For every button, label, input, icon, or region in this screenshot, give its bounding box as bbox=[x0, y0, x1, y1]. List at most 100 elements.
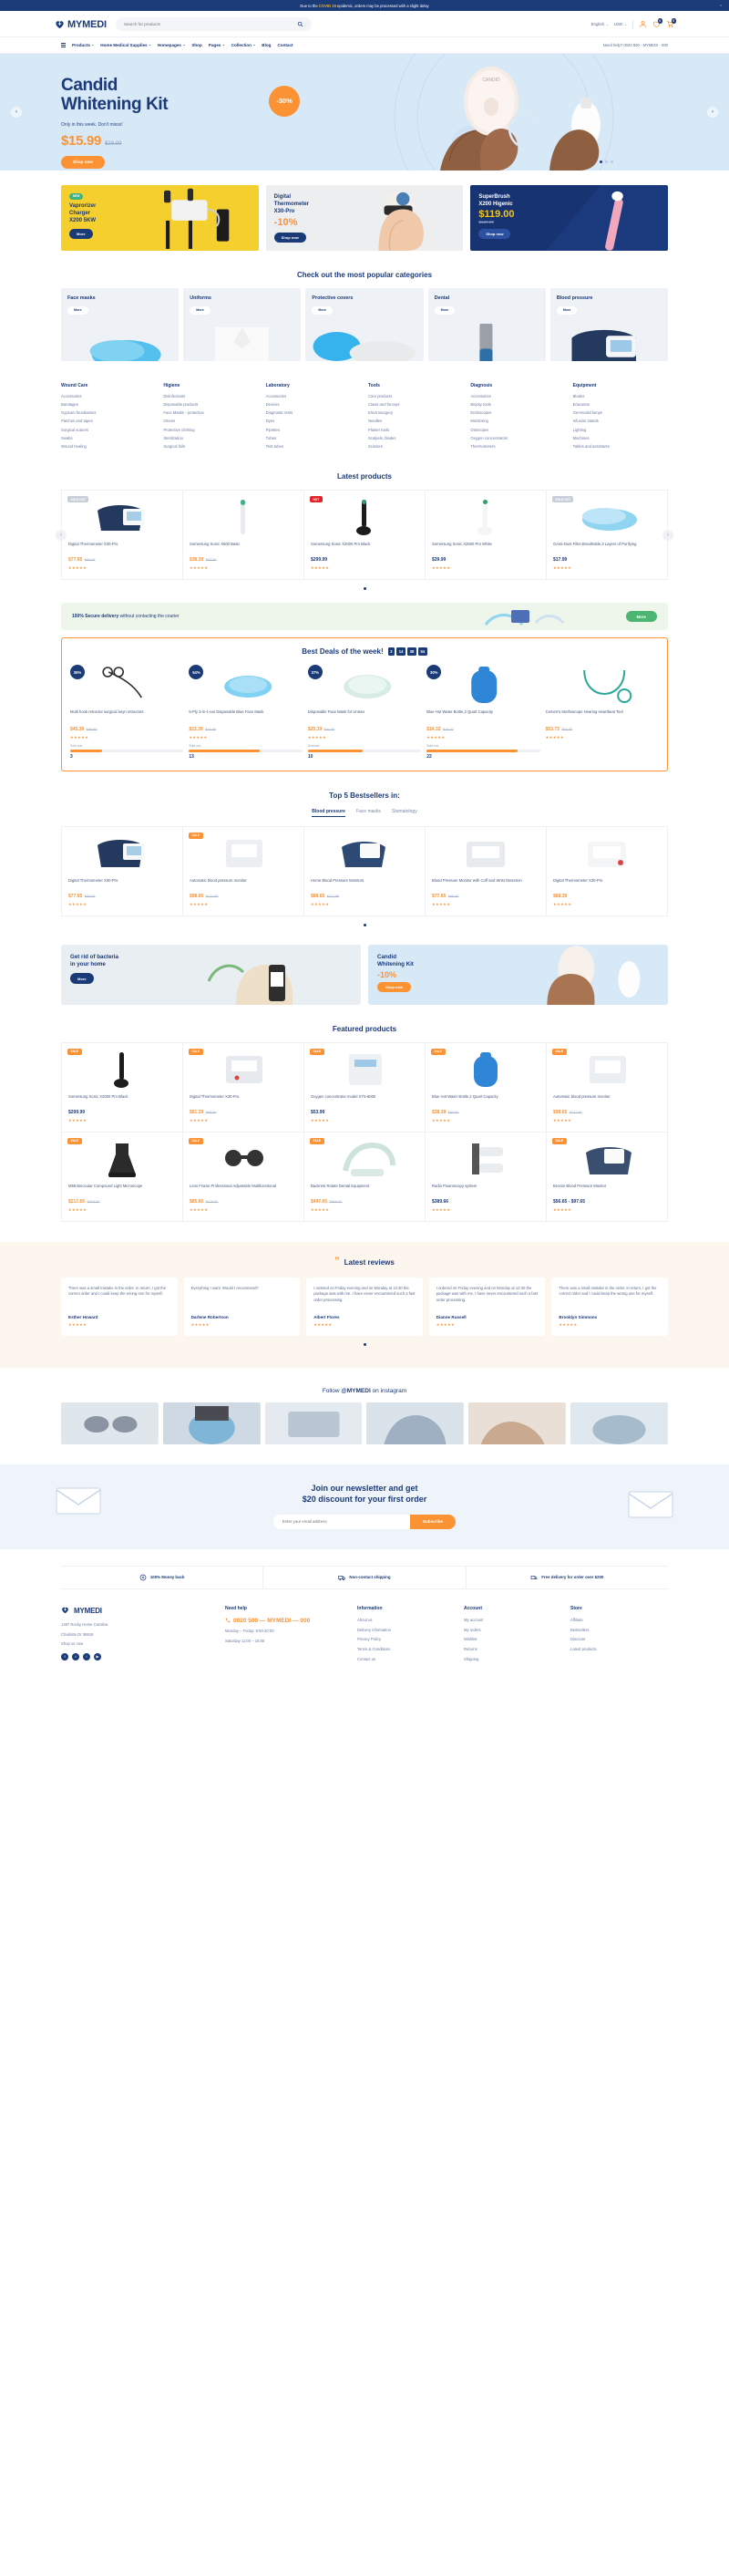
link[interactable]: Disposable products bbox=[163, 402, 258, 407]
promo-shop-now-button[interactable]: Shop now bbox=[478, 228, 511, 240]
link[interactable]: Scissors bbox=[368, 444, 463, 449]
product-card[interactable]: SALE Backrest Rotate Dental Equipment $4… bbox=[304, 1132, 426, 1222]
cart-icon[interactable]: 0 bbox=[666, 18, 676, 28]
footer-logo[interactable]: MYMEDI bbox=[61, 1606, 216, 1616]
carousel-dot-1[interactable] bbox=[363, 923, 366, 926]
product-card[interactable]: SOLD OUT GAnti-Dust Filter,Breathable,3 … bbox=[547, 491, 667, 579]
product-card[interactable]: HOT Somersung Sonic X2000 Pro Black $299… bbox=[304, 491, 426, 580]
instagram-photo[interactable] bbox=[366, 1402, 465, 1444]
link[interactable]: Surgical foils bbox=[163, 444, 258, 449]
product-card[interactable]: Somersung Sonic X500 Basic $38.39 $53.99… bbox=[183, 491, 304, 580]
promo-card-vaporizer[interactable]: NEW Vaprorizer Charger X200 5KW More bbox=[61, 184, 259, 251]
banner-candid[interactable]: Candid Whitening Kit -10% Shop now bbox=[368, 944, 668, 1005]
link[interactable]: Plaster tools bbox=[368, 428, 463, 432]
nav-item-homepages[interactable]: Homepages ⌄ bbox=[158, 43, 185, 47]
product-card[interactable]: SALE Automatic blood pressure monitor $9… bbox=[183, 826, 304, 916]
link[interactable]: Devices bbox=[266, 402, 361, 407]
category-card-uniforms[interactable]: Uniforms More bbox=[183, 287, 302, 361]
carousel-dot-1[interactable] bbox=[363, 1342, 366, 1346]
newsletter-email-input[interactable] bbox=[272, 1514, 410, 1529]
footer-link[interactable]: My orders bbox=[464, 1628, 561, 1633]
category-card-dental[interactable]: Dental More bbox=[427, 287, 546, 361]
link[interactable]: Sterilization bbox=[163, 436, 258, 440]
link[interactable]: Oxygen concentrators bbox=[470, 436, 565, 440]
latest-carousel-dots[interactable] bbox=[61, 587, 668, 591]
promo-shop-now-button[interactable]: Shop now bbox=[273, 233, 306, 243]
instagram-photo[interactable] bbox=[162, 1402, 261, 1444]
nav-item-blog[interactable]: Blog bbox=[262, 43, 271, 47]
link[interactable]: Protective clothing bbox=[163, 428, 258, 432]
link[interactable]: Disinfectants bbox=[163, 394, 258, 398]
product-card[interactable]: SALE Bronze Blood Pressure Monitor $56.6… bbox=[547, 1132, 668, 1222]
footer-link[interactable]: Latest products bbox=[570, 1647, 668, 1652]
carousel-dot-1[interactable] bbox=[363, 587, 366, 591]
product-card[interactable]: Radio Fluoroscopy system $389.66 ★★★★★ bbox=[426, 1132, 547, 1222]
strip-more-button[interactable]: More bbox=[625, 611, 657, 623]
deal-card[interactable]: 35% Multi hook retractor surgical laryn … bbox=[70, 665, 184, 760]
latest-next-button[interactable]: › bbox=[662, 529, 673, 541]
promo-card-thermometer[interactable]: Digital Thermometer X30-Pro -10% Shop no… bbox=[265, 184, 464, 251]
deal-card[interactable]: Cemen's Stethoscope Hearing Heartbeat To… bbox=[546, 665, 659, 760]
link[interactable]: Lighting bbox=[573, 428, 668, 432]
link[interactable]: Machines bbox=[573, 436, 668, 440]
product-card[interactable]: Digital Thermometer X30-Pro $68.39 ★★★★★ bbox=[547, 827, 667, 916]
link[interactable]: Accessories bbox=[266, 394, 361, 398]
footer-link[interactable]: Privacy Policy bbox=[357, 1637, 455, 1642]
link[interactable]: Pipettes bbox=[266, 428, 361, 432]
footer-link[interactable]: Shipping bbox=[464, 1657, 561, 1662]
link[interactable]: Tables and assistants bbox=[573, 444, 668, 449]
bestsellers-carousel-dots[interactable] bbox=[61, 923, 668, 926]
product-card[interactable]: SALE Oxygen concentrator model XY5-8000 … bbox=[304, 1042, 426, 1133]
product-card[interactable]: Somersung Sonic X2500 Pro White $39.99 ★… bbox=[426, 491, 547, 580]
footer-link[interactable]: Terms & Conditions bbox=[357, 1647, 455, 1652]
promo-card-superbrush[interactable]: SuperBrush X200 Higenic $119.00 $129.00 … bbox=[470, 184, 669, 251]
link[interactable]: Tubes bbox=[266, 436, 361, 440]
category-more-button[interactable]: More bbox=[312, 305, 333, 315]
link[interactable]: Thermometers bbox=[470, 444, 565, 449]
product-card[interactable]: SALE Digital Thermometer X30-Pro $61.39 $… bbox=[183, 1042, 304, 1133]
category-card-face-masks[interactable]: Face masks More bbox=[61, 287, 180, 361]
account-icon[interactable] bbox=[639, 20, 647, 28]
wishlist-icon[interactable]: 0 bbox=[652, 18, 662, 28]
product-card[interactable]: SALE Blue Hot Water Bottle,2 Quart Capac… bbox=[426, 1042, 547, 1133]
link[interactable]: Blades bbox=[573, 394, 668, 398]
newsletter-subscribe-button[interactable]: Subscribe bbox=[409, 1514, 457, 1529]
search-box[interactable] bbox=[115, 17, 312, 31]
link[interactable]: Germicidal lamps bbox=[573, 410, 668, 415]
hero-dot-2[interactable] bbox=[605, 160, 608, 163]
nav-item-pages[interactable]: Pages ⌄ bbox=[209, 43, 225, 47]
deal-card[interactable]: 30% Blue Hot Water Bottle,2 Quart Capaci… bbox=[426, 665, 540, 760]
link[interactable]: Infusion stands bbox=[573, 419, 668, 423]
link[interactable]: Gloves bbox=[163, 419, 258, 423]
link[interactable]: Accessories bbox=[61, 394, 156, 398]
nav-item-products[interactable]: Products ⌄ bbox=[72, 43, 94, 47]
footer-link[interactable]: Bestsellers bbox=[570, 1628, 668, 1633]
link[interactable]: Accessories bbox=[470, 394, 565, 398]
promo-more-button[interactable]: More bbox=[69, 229, 93, 240]
hero-next-button[interactable]: › bbox=[707, 106, 718, 118]
deal-card[interactable]: 54% 5-Ply 3-in-1-ear Disposable Blue Fac… bbox=[189, 665, 303, 760]
instagram-icon[interactable]: i bbox=[83, 1652, 90, 1660]
category-card-blood-pressure[interactable]: Blood pressure More bbox=[549, 287, 669, 361]
tab-face-masks[interactable]: Face masks bbox=[356, 809, 381, 817]
product-card[interactable]: Blood Pressure Monitor with Cuff and Wri… bbox=[426, 826, 547, 916]
footer-shop-link[interactable]: Shop us now bbox=[61, 1641, 216, 1647]
hero-dot-1[interactable] bbox=[600, 160, 602, 163]
hamburger-icon[interactable] bbox=[61, 42, 66, 48]
product-card[interactable]: SALE Lens Frame Professional Adjustable … bbox=[183, 1132, 304, 1222]
link[interactable]: Education bbox=[573, 402, 668, 407]
link[interactable]: Claws and forceps bbox=[368, 402, 463, 407]
reviews-carousel-dots[interactable] bbox=[61, 1342, 668, 1346]
instagram-photo[interactable] bbox=[570, 1402, 668, 1444]
instagram-photo[interactable] bbox=[264, 1402, 363, 1444]
category-more-button[interactable]: More bbox=[434, 305, 456, 315]
footer-link[interactable]: My account bbox=[464, 1618, 561, 1623]
link[interactable]: Biopsy tools bbox=[470, 402, 565, 407]
product-card[interactable]: SALE Automatic blood pressure monitor $9… bbox=[547, 1042, 668, 1133]
footer-link[interactable]: Affiliate bbox=[570, 1618, 668, 1623]
link[interactable]: Bandages bbox=[61, 402, 156, 407]
nav-item-home-medical-supplies[interactable]: Home Medical Supplies ⌄ bbox=[100, 43, 151, 47]
footer-link[interactable]: Returns bbox=[464, 1647, 561, 1652]
category-more-button[interactable]: More bbox=[67, 305, 88, 315]
nav-item-collection[interactable]: Collection ⌄ bbox=[231, 43, 256, 47]
